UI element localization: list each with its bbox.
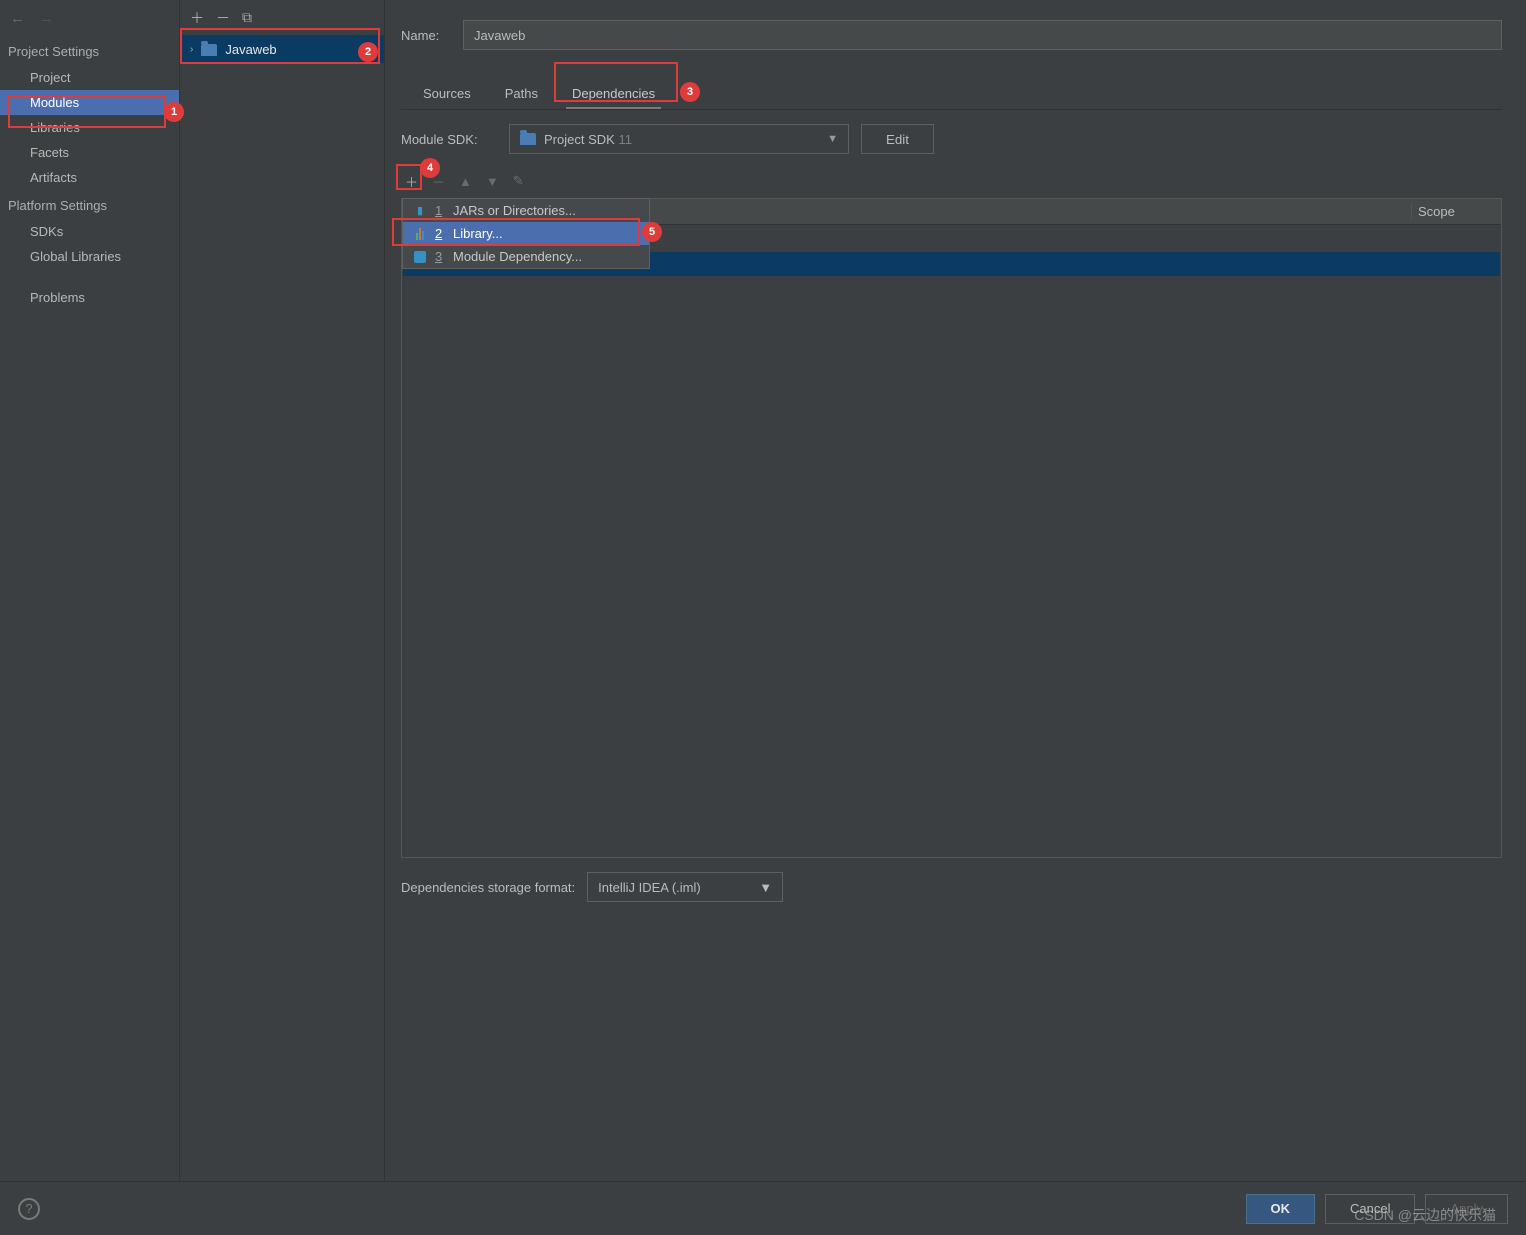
chevron-right-icon: › [190, 44, 193, 55]
edit-sdk-button[interactable]: Edit [861, 124, 934, 154]
menu-item-label: JARs or Directories... [453, 203, 576, 218]
sidebar-item-project[interactable]: Project [0, 65, 179, 90]
menu-item-library[interactable]: 2 Library... [403, 222, 649, 245]
move-down-icon: ▼ [486, 174, 499, 189]
remove-module-icon[interactable]: － [216, 8, 230, 28]
edit-dependency-icon: ✎ [513, 173, 524, 189]
module-icon [413, 250, 427, 264]
scope-column-header: Scope [1411, 204, 1501, 219]
tab-paths[interactable]: Paths [499, 80, 544, 109]
menu-item-label: Module Dependency... [453, 249, 582, 264]
library-icon [413, 227, 427, 241]
sdk-select[interactable]: Project SDK 11 ▼ [509, 124, 849, 154]
back-icon[interactable]: ← [10, 10, 25, 27]
module-tree-label: Javaweb [225, 42, 276, 57]
cancel-button[interactable]: Cancel [1325, 1194, 1415, 1224]
bottom-bar: ? OK Cancel Apply [0, 1181, 1526, 1235]
add-dependency-icon[interactable]: ＋ [405, 172, 418, 191]
dialog-buttons: OK Cancel Apply [1246, 1194, 1509, 1224]
sdk-value: Project SDK 11 [544, 132, 632, 147]
nav-arrows: ← → [0, 0, 179, 36]
folder-icon [201, 44, 217, 56]
copy-module-icon[interactable]: ⧉ [242, 9, 252, 26]
sdk-label: Module SDK: [401, 132, 497, 147]
building-icon: ▮ [413, 204, 427, 218]
storage-format-select[interactable]: IntelliJ IDEA (.iml) ▼ [587, 872, 783, 902]
section-project-settings: Project Settings [0, 36, 179, 65]
sidebar-item-modules[interactable]: Modules [0, 90, 179, 115]
section-platform-settings: Platform Settings [0, 190, 179, 219]
tab-sources[interactable]: Sources [417, 80, 477, 109]
help-button[interactable]: ? [18, 1198, 40, 1220]
tab-row: Sources Paths Dependencies [401, 62, 1502, 110]
content-panel: Name: Sources Paths Dependencies Module … [385, 0, 1526, 1181]
module-tree-item[interactable]: › Javaweb [180, 36, 384, 63]
module-tree-panel: ＋ － ⧉ › Javaweb [180, 0, 385, 1181]
chevron-down-icon: ▼ [759, 880, 772, 895]
dependency-toolbar: ＋ － ▲ ▼ ✎ [401, 166, 1502, 196]
apply-button: Apply [1425, 1194, 1508, 1224]
sidebar-item-facets[interactable]: Facets [0, 140, 179, 165]
name-label: Name: [401, 28, 451, 43]
storage-label: Dependencies storage format: [401, 880, 575, 895]
add-dependency-menu: ▮ 1 JARs or Directories... 2 Library... … [402, 198, 650, 269]
sidebar-item-artifacts[interactable]: Artifacts [0, 165, 179, 190]
settings-sidebar: ← → Project Settings Project Modules Lib… [0, 0, 180, 1181]
storage-value: IntelliJ IDEA (.iml) [598, 880, 701, 895]
menu-item-module-dep[interactable]: 3 Module Dependency... [403, 245, 649, 268]
module-name-input[interactable] [463, 20, 1502, 50]
dependency-list: Scope ▮ 1 JARs or Directories... 2 Libra… [401, 198, 1502, 858]
menu-item-jars[interactable]: ▮ 1 JARs or Directories... [403, 199, 649, 222]
name-row: Name: [401, 0, 1502, 62]
tree-toolbar: ＋ － ⧉ [180, 0, 384, 36]
sidebar-item-sdks[interactable]: SDKs [0, 219, 179, 244]
sdk-row: Module SDK: Project SDK 11 ▼ Edit [401, 124, 1502, 166]
main-container: ← → Project Settings Project Modules Lib… [0, 0, 1526, 1181]
ok-button[interactable]: OK [1246, 1194, 1316, 1224]
move-up-icon: ▲ [459, 174, 472, 189]
tab-dependencies[interactable]: Dependencies [566, 80, 661, 109]
sidebar-item-problems[interactable]: Problems [0, 285, 179, 310]
sidebar-item-libraries[interactable]: Libraries [0, 115, 179, 140]
add-module-icon[interactable]: ＋ [190, 8, 204, 28]
folder-icon [520, 133, 536, 145]
storage-row: Dependencies storage format: IntelliJ ID… [401, 858, 1502, 902]
sidebar-item-global-libraries[interactable]: Global Libraries [0, 244, 179, 269]
chevron-down-icon: ▼ [827, 133, 838, 145]
menu-item-label: Library... [453, 226, 503, 241]
forward-icon: → [39, 10, 54, 27]
remove-dependency-icon: － [432, 172, 445, 191]
